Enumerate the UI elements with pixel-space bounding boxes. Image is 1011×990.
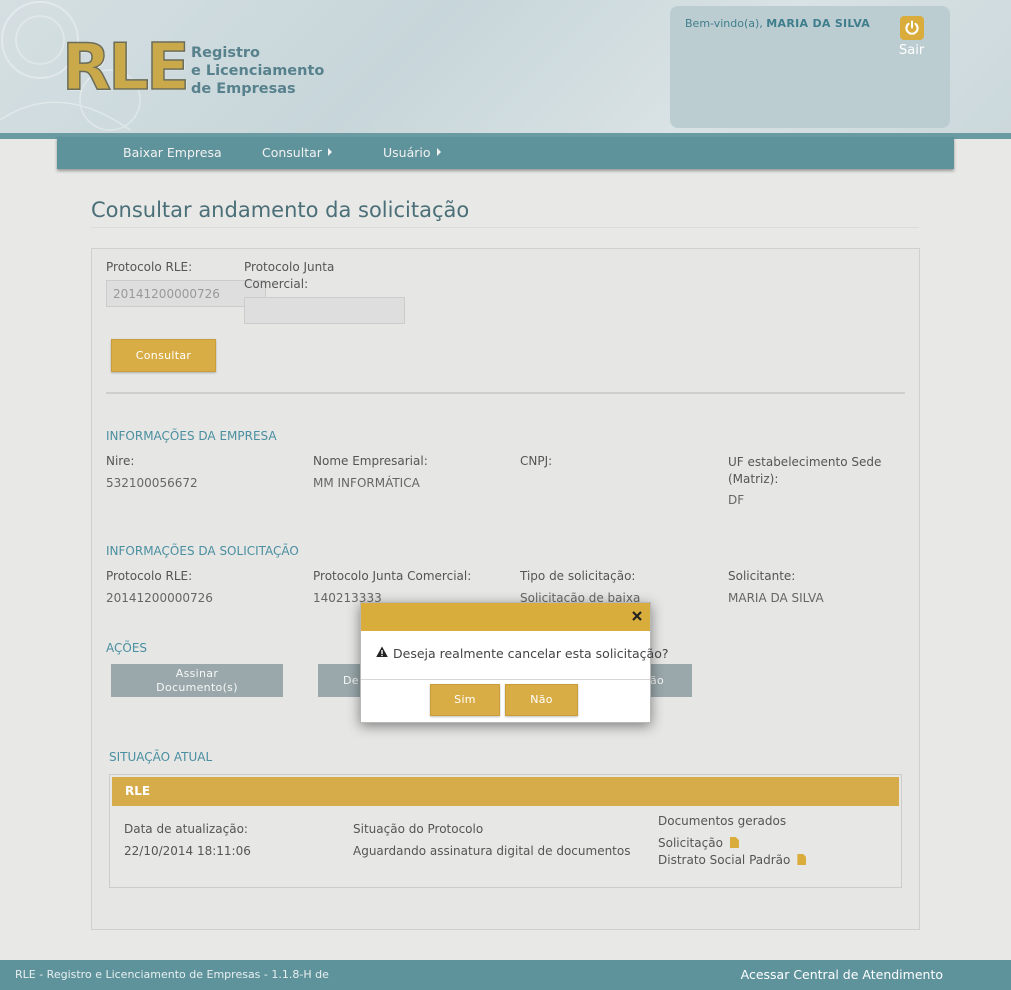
power-icon <box>905 20 919 35</box>
confirm-yes-button[interactable]: Sim <box>430 684 500 716</box>
protocolo-rle-input[interactable] <box>106 280 266 307</box>
logo-subtitle-line: de Empresas <box>191 81 296 97</box>
uf-label: UF estabelecimento Sede (Matriz): <box>728 454 881 488</box>
footer-version-text: RLE - Registro e Licenciamento de Empres… <box>15 968 329 981</box>
caret-right-icon <box>436 148 441 156</box>
document-name: Distrato Social Padrão <box>658 853 791 867</box>
sol-protocolo-junta-label: Protocolo Junta Comercial: <box>313 569 472 583</box>
uf-label-line: (Matriz): <box>728 472 779 486</box>
document-name: Solicitação <box>658 836 723 850</box>
dialog-header <box>361 603 650 631</box>
logo-subtitle-line: e Licenciamento <box>191 63 325 79</box>
confirm-no-button[interactable]: Não <box>505 684 578 716</box>
situacao-protocolo-label: Situação do Protocolo <box>353 822 484 836</box>
data-atualizacao-label: Data de atualização: <box>124 822 248 836</box>
nav-item-label: Usuário <box>383 145 431 160</box>
button-label-line: Assinar <box>175 667 219 680</box>
logo-subtitle: Registro e Licenciamento de Empresas <box>191 44 324 98</box>
button-label-line: Documento(s) <box>156 681 238 694</box>
protocolo-junta-label: Protocolo Junta Comercial: <box>244 260 334 291</box>
user-name: MARIA DA SILVA <box>766 17 871 30</box>
situacao-box-title: RLE <box>112 777 899 806</box>
nome-empresarial-label: Nome Empresarial: <box>313 454 428 468</box>
nire-label: Nire: <box>106 454 135 468</box>
nav-item-baixar-empresa[interactable]: Baixar Empresa <box>123 145 222 160</box>
sol-protocolo-rle-label: Protocolo RLE: <box>106 569 193 583</box>
dialog-divider <box>361 679 650 680</box>
sol-protocolo-rle-value: 20141200000726 <box>106 591 213 605</box>
logo-subtitle-line: Registro <box>191 45 261 61</box>
document-icon <box>797 854 807 865</box>
warning-icon <box>376 646 388 657</box>
document-link-solicitacao[interactable]: Solicitação <box>658 836 739 850</box>
main-nav: Baixar Empresa Consultar Usuário <box>57 137 954 169</box>
document-link-distrato[interactable]: Distrato Social Padrão <box>658 853 807 867</box>
documentos-gerados-label: Documentos gerados <box>658 814 787 828</box>
page-title: Consultar andamento da solicitação <box>91 198 470 222</box>
protocolo-rle-label: Protocolo RLE: <box>106 260 193 274</box>
situacao-section-title: SITUAÇÃO ATUAL <box>109 750 213 764</box>
central-atendimento-link[interactable]: Acessar Central de Atendimento <box>741 967 943 982</box>
nav-item-label: Baixar Empresa <box>123 145 222 160</box>
situacao-protocolo-value: Aguardando assinatura digital de documen… <box>353 844 631 858</box>
empresa-section-title: INFORMAÇÕES DA EMPRESA <box>106 429 277 443</box>
title-divider <box>91 227 919 228</box>
uf-label-line: UF estabelecimento Sede <box>728 455 882 469</box>
confirm-cancel-dialog: Deseja realmente cancelar esta solicitaç… <box>360 602 669 723</box>
assinar-documentos-button[interactable]: Assinar Documento(s) <box>111 664 283 697</box>
acoes-section-title: AÇÕES <box>106 641 148 655</box>
nav-item-label: Consultar <box>262 145 322 160</box>
data-atualizacao-value: 22/10/2014 18:11:06 <box>124 844 251 858</box>
solicitacao-section-title: INFORMAÇÕES DA SOLICITAÇÃO <box>106 544 299 558</box>
consultar-button[interactable]: Consultar <box>111 339 216 372</box>
tipo-solicitacao-label: Tipo de solicitação: <box>520 569 636 583</box>
protocolo-junta-input[interactable] <box>244 297 405 324</box>
protocolo-junta-label-line: Protocolo Junta <box>244 260 335 274</box>
solicitante-label: Solicitante: <box>728 569 796 583</box>
cnpj-label: CNPJ: <box>520 454 553 468</box>
dialog-message: Deseja realmente cancelar esta solicitaç… <box>393 646 669 661</box>
footer: RLE - Registro e Licenciamento de Empres… <box>0 960 1011 990</box>
uf-value: DF <box>728 493 745 507</box>
header: RLE Registro e Licenciamento de Empresas… <box>0 0 1011 135</box>
document-icon <box>729 837 739 848</box>
logout-button[interactable] <box>900 16 924 40</box>
welcome-text: Bem-vindo(a), MARIA DA SILVA <box>685 17 870 30</box>
form-divider <box>106 392 905 394</box>
protocolo-junta-label-line: Comercial: <box>244 277 309 291</box>
user-panel: Bem-vindo(a), MARIA DA SILVA Sair <box>670 6 950 128</box>
nire-value: 532100056672 <box>106 476 198 490</box>
nav-item-consultar[interactable]: Consultar <box>262 145 332 160</box>
nome-empresarial-value: MM INFORMÁTICA <box>313 476 420 490</box>
logout-label[interactable]: Sair <box>899 43 924 58</box>
solicitante-value: MARIA DA SILVA <box>728 591 824 605</box>
welcome-prefix: Bem-vindo(a), <box>685 17 763 30</box>
caret-right-icon <box>327 148 332 156</box>
close-icon[interactable] <box>631 610 643 622</box>
nav-item-usuario[interactable]: Usuário <box>383 145 441 160</box>
rle-logo[interactable]: RLE <box>61 33 190 103</box>
